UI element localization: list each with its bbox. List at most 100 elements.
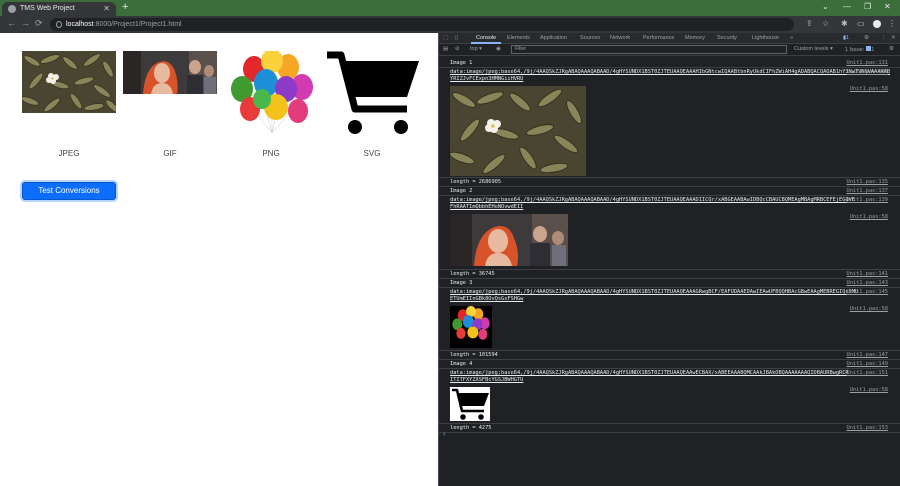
side-panel-icon[interactable]: ▭ xyxy=(857,19,865,28)
data-url-link[interactable]: FhRAATImQbbhEHoNOvwdEII xyxy=(450,204,890,210)
devtools-menu-icon[interactable]: ⋮ xyxy=(881,35,887,41)
console-toolbar: ▤ ⊘ top ▾ ◉ Filter Custom levels ▾ 1 Iss… xyxy=(439,44,900,56)
settings-gear-icon[interactable]: ⚙ xyxy=(864,35,869,41)
close-devtools-icon[interactable]: ✕ xyxy=(891,35,896,41)
console-log-image-3: Image 3 xyxy=(450,280,473,286)
tab-memory[interactable]: Memory xyxy=(685,35,705,41)
gif-image xyxy=(123,51,217,99)
source-link[interactable]: Unit1.pas:58 xyxy=(850,387,888,393)
divider xyxy=(439,287,900,288)
source-link[interactable]: Unit1.pas:139 xyxy=(847,197,888,203)
issues-badge[interactable]: ▮1 xyxy=(843,35,849,41)
tab-search-icon[interactable]: ⌄ xyxy=(822,2,829,11)
reload-button[interactable]: ⟳ xyxy=(35,18,43,29)
source-link[interactable]: Unit1.pas:58 xyxy=(850,86,888,92)
source-link[interactable]: Unit1.pas:151 xyxy=(847,370,888,376)
tab-console[interactable]: Console xyxy=(476,35,496,41)
source-link[interactable]: Unit1.pas:137 xyxy=(847,188,888,194)
tab-title: TMS Web Project xyxy=(20,5,75,12)
data-url-link[interactable]: data:image/jpeg;base64,/9j/4AAQSkZJRgABA… xyxy=(450,370,890,376)
source-link[interactable]: Unit1.pas:58 xyxy=(850,214,888,220)
more-tabs-icon[interactable]: » xyxy=(790,35,793,41)
inspect-icon[interactable]: ⬚ xyxy=(443,35,448,41)
url-path: :8000/Project1/Project1.html xyxy=(93,21,182,28)
tab-lighthouse[interactable]: Lighthouse xyxy=(752,35,779,41)
console-image-thumbnail[interactable] xyxy=(450,306,492,353)
divider xyxy=(439,432,900,433)
gif-caption: GIF xyxy=(163,149,177,158)
close-window-button[interactable]: ✕ xyxy=(884,2,891,11)
test-conversions-button[interactable]: Test Conversions xyxy=(22,182,116,200)
source-link[interactable]: Unit1.pas:141 xyxy=(847,271,888,277)
web-page: JPEG GIF PNG SVG Test Conversions xyxy=(0,33,438,486)
divider xyxy=(439,67,900,68)
console-image-thumbnail[interactable] xyxy=(450,387,490,426)
tab-application[interactable]: Application xyxy=(540,35,567,41)
divider xyxy=(439,195,900,196)
sidebar-toggle-icon[interactable]: ▤ xyxy=(443,46,448,52)
data-url-link[interactable]: ITITFXYZXSFBcYGSJBWHGTU xyxy=(450,377,890,383)
image-1-length: length = 2686905 xyxy=(450,179,502,185)
tab-network[interactable]: Network xyxy=(610,35,630,41)
source-link[interactable]: Unit1.pas:135 xyxy=(847,179,888,185)
devtools-panel: ⬚ ▯ Console Elements Application Sources… xyxy=(438,33,900,486)
bookmark-star-icon[interactable]: ☆ xyxy=(822,19,829,28)
divider xyxy=(439,177,900,178)
device-toolbar-icon[interactable]: ▯ xyxy=(455,35,458,41)
console-log-image-1: Image 1 xyxy=(450,60,473,66)
source-link[interactable]: Unit1.pas:58 xyxy=(850,306,888,312)
tab-performance[interactable]: Performance xyxy=(643,35,675,41)
source-link[interactable]: Unit1.pas:131 xyxy=(847,60,888,66)
console-log-image-2: Image 2 xyxy=(450,188,473,194)
share-icon[interactable]: ⇪ xyxy=(806,19,813,28)
console-output: Image 1 Unit1.pas:131 data:image/jpeg;ba… xyxy=(439,57,900,486)
menu-icon[interactable]: ⋮ xyxy=(888,19,896,28)
source-link[interactable]: Unit1.pas:147 xyxy=(847,352,888,358)
divider xyxy=(439,269,900,270)
restore-button[interactable]: ❐ xyxy=(864,2,871,11)
source-link[interactable]: Unit1.pas:153 xyxy=(847,425,888,431)
source-link[interactable]: Unit1.pas:149 xyxy=(847,361,888,367)
svg-cart-image xyxy=(327,51,419,140)
profile-avatar[interactable] xyxy=(873,20,881,28)
live-expression-eye-icon[interactable]: ◉ xyxy=(496,46,501,52)
clear-console-icon[interactable]: ⊘ xyxy=(455,46,460,52)
issues-count-value: 1 xyxy=(871,47,875,53)
data-url-link[interactable]: ETUmEIInGBk8OvQsGxFSHGw xyxy=(450,296,890,302)
source-link[interactable]: Unit1.pas:133 xyxy=(847,69,888,75)
console-settings-icon[interactable]: ⚙ xyxy=(889,46,894,52)
divider xyxy=(439,359,900,360)
data-url-link[interactable]: data:image/jpeg;base64,/9j/4AAQSkZJRgABA… xyxy=(450,69,890,75)
forward-button[interactable]: → xyxy=(21,18,30,28)
console-log-image-4: Image 4 xyxy=(450,361,473,367)
tab-security[interactable]: Security xyxy=(717,35,737,41)
browser-tab[interactable]: TMS Web Project ✕ xyxy=(2,2,116,16)
new-tab-button[interactable]: + xyxy=(122,1,128,13)
minimize-button[interactable]: — xyxy=(843,2,851,11)
source-link[interactable]: Unit1.pas:145 xyxy=(847,289,888,295)
tab-sources[interactable]: Sources xyxy=(580,35,600,41)
console-image-thumbnail[interactable] xyxy=(449,86,586,181)
divider xyxy=(439,423,900,424)
data-url-link[interactable]: data:image/jpeg;base64,/9j/4AAQSkZJRgABA… xyxy=(450,197,890,203)
issues-count[interactable]: 1 Issue: 1 xyxy=(845,46,874,53)
source-link[interactable]: Unit1.pas:143 xyxy=(847,280,888,286)
log-levels-dropdown[interactable]: Custom levels ▾ xyxy=(794,46,833,52)
extensions-icon[interactable]: ✱ xyxy=(841,19,848,28)
context-selector[interactable]: top ▾ xyxy=(470,46,482,52)
console-filter-input[interactable]: Filter xyxy=(511,45,787,54)
svg-caption: SVG xyxy=(363,149,381,158)
devtools-tab-bar: ⬚ ▯ Console Elements Application Sources… xyxy=(439,33,900,44)
data-url-link[interactable]: data:image/jpeg;base64,/9j/4AAQSkZJRgABA… xyxy=(450,289,890,295)
close-tab-icon[interactable]: ✕ xyxy=(103,2,110,16)
jpeg-image xyxy=(21,51,119,118)
console-prompt[interactable]: › xyxy=(443,431,445,438)
png-caption: PNG xyxy=(262,149,280,158)
url-input[interactable]: localhost:8000/Project1/Project1.html xyxy=(50,18,794,31)
tab-elements[interactable]: Elements xyxy=(507,35,530,41)
info-icon[interactable] xyxy=(56,21,62,28)
back-button[interactable]: ← xyxy=(7,18,16,28)
console-image-thumbnail[interactable] xyxy=(450,214,568,271)
data-url-link[interactable]: YRIZJvFCExpn3HMNGiiHVRU xyxy=(450,76,890,82)
address-bar-row: ← → ⟳ localhost:8000/Project1/Project1.h… xyxy=(0,16,900,33)
